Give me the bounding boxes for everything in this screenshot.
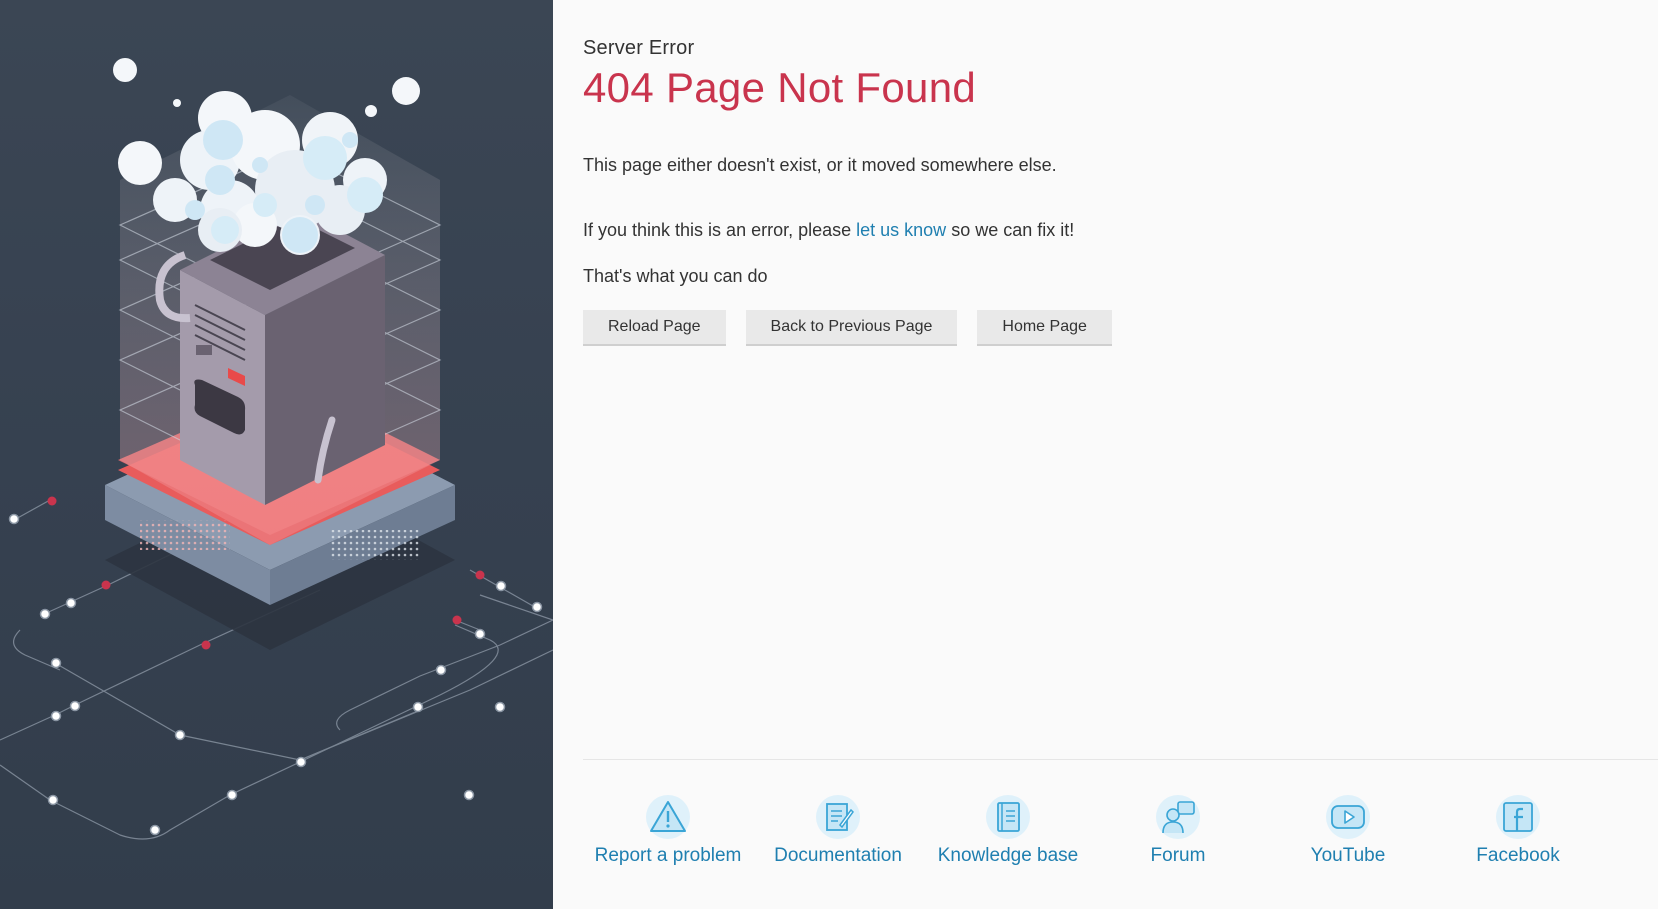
book-icon <box>986 795 1030 839</box>
server-illustration <box>0 58 553 840</box>
report-text-before: If you think this is an error, please <box>583 220 857 240</box>
youtube-icon <box>1326 795 1370 839</box>
footer-forum[interactable]: Forum <box>1093 795 1263 867</box>
footer-youtube[interactable]: YouTube <box>1263 795 1433 867</box>
footer-label: Documentation <box>774 845 902 866</box>
footer-label: Report a problem <box>594 845 742 866</box>
error-message: This page either doesn't exist, or it mo… <box>583 155 1057 175</box>
error-subtitle: Server Error <box>583 37 695 59</box>
error-content: Server Error 404 Page Not Found This pag… <box>583 37 1112 346</box>
server-illustration-panel <box>0 0 553 909</box>
actions-heading: That's what you can do <box>583 266 768 286</box>
reload-page-button[interactable]: Reload Page <box>583 310 726 346</box>
footer-divider <box>583 759 1658 760</box>
footer-knowledge-base[interactable]: Knowledge base <box>923 795 1093 867</box>
home-page-button[interactable]: Home Page <box>977 310 1112 346</box>
error-report-message: If you think this is an error, please le… <box>583 220 1074 241</box>
footer-label: Facebook <box>1476 845 1560 866</box>
footer-label: Knowledge base <box>937 845 1079 866</box>
page-title: 404 Page Not Found <box>583 64 977 111</box>
let-us-know-link[interactable]: let us know <box>856 220 946 240</box>
main-content: Server Error 404 Page Not Found This pag… <box>553 0 1658 909</box>
forum-icon <box>1156 795 1200 839</box>
report-text-after: so we can fix it! <box>946 220 1075 240</box>
footer-label: Forum <box>1150 845 1206 866</box>
footer-label: YouTube <box>1310 845 1386 866</box>
facebook-icon <box>1496 795 1540 839</box>
footer-report-problem[interactable]: Report a problem <box>583 795 753 867</box>
back-to-previous-page-button[interactable]: Back to Previous Page <box>745 310 958 346</box>
document-icon <box>816 795 860 839</box>
footer-links: Report a problem Documentation Knowledge… <box>583 795 1603 867</box>
action-buttons: Reload Page Back to Previous Page Home P… <box>583 310 1112 346</box>
warning-icon <box>646 795 690 839</box>
footer-facebook[interactable]: Facebook <box>1433 795 1603 867</box>
footer-documentation[interactable]: Documentation <box>753 795 923 867</box>
